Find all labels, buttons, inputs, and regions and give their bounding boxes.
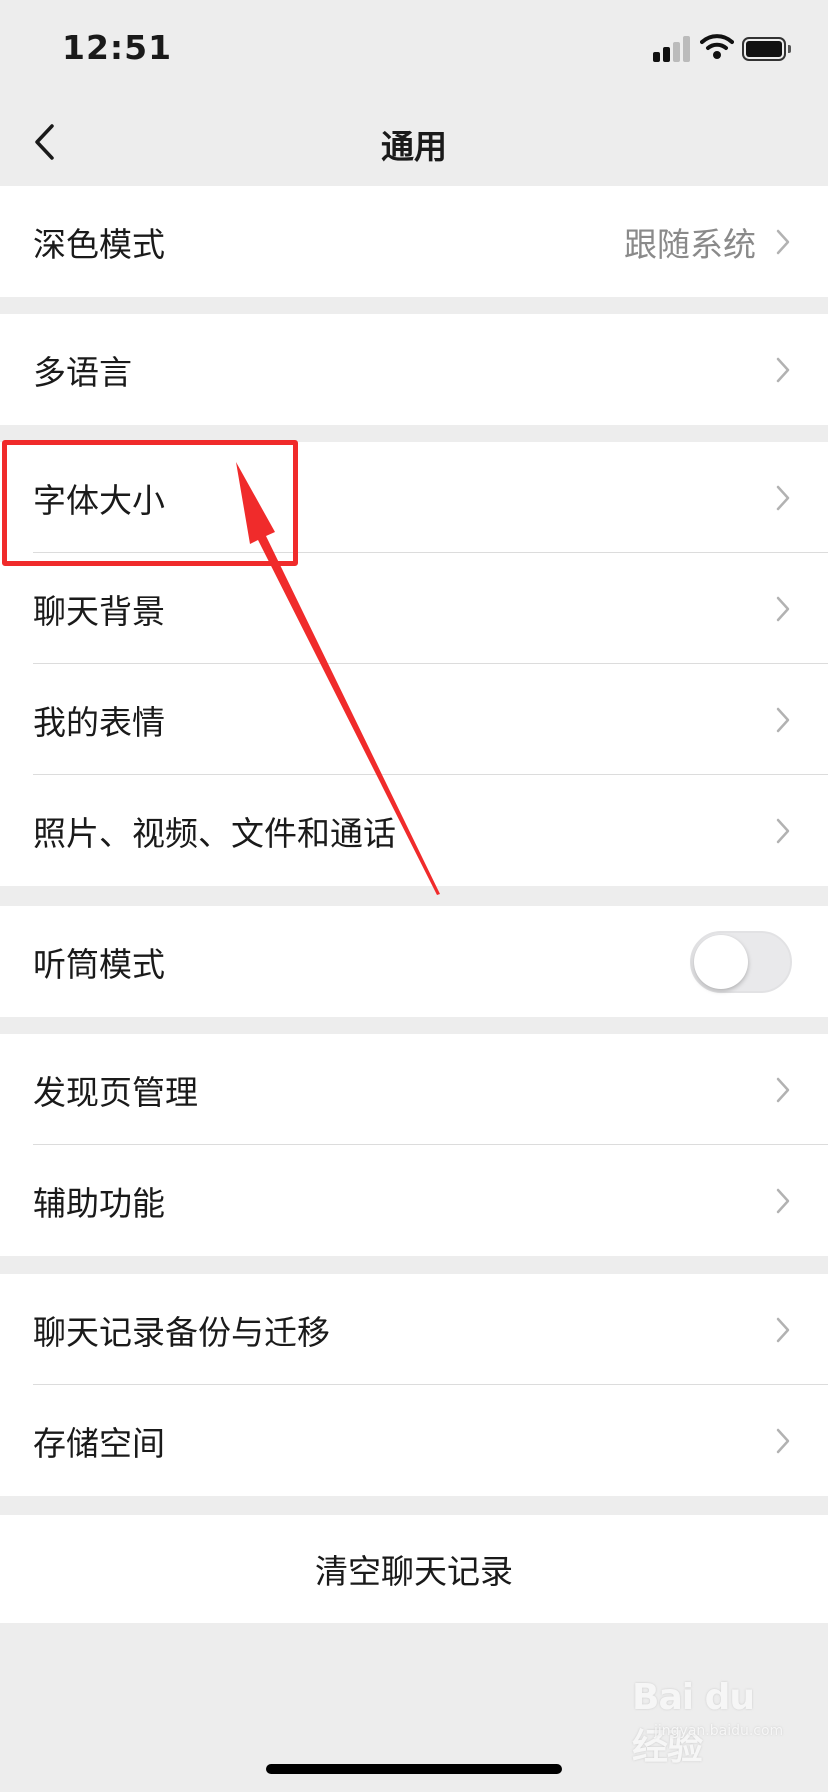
group-discover: 发现页管理 辅助功能 xyxy=(0,1034,828,1256)
clear-chat-history-button[interactable]: 清空聊天记录 xyxy=(0,1515,828,1623)
row-my-stickers[interactable]: 我的表情 xyxy=(0,664,828,775)
row-label: 我的表情 xyxy=(33,702,165,742)
group-clear: 清空聊天记录 xyxy=(0,1515,828,1623)
row-label: 照片、视频、文件和通话 xyxy=(33,813,396,853)
row-language[interactable]: 多语言 xyxy=(0,314,828,425)
chevron-right-icon xyxy=(774,1426,792,1456)
watermark-logo: Bai du 经验 jingyan.baidu.com xyxy=(632,1647,784,1768)
chevron-right-icon xyxy=(774,227,792,257)
signal-icon xyxy=(653,36,693,62)
group-language: 多语言 xyxy=(0,314,828,425)
row-earpiece-mode: 听筒模式 xyxy=(0,906,828,1017)
row-dark-mode[interactable]: 深色模式 跟随系统 xyxy=(0,186,828,297)
row-media-files-calls[interactable]: 照片、视频、文件和通话 xyxy=(0,775,828,886)
home-indicator xyxy=(266,1764,562,1774)
chevron-right-icon xyxy=(774,816,792,846)
chevron-right-icon xyxy=(774,1186,792,1216)
chevron-right-icon xyxy=(774,594,792,624)
chevron-right-icon xyxy=(774,1075,792,1105)
row-value: 跟随系统 xyxy=(624,224,756,264)
row-label: 辅助功能 xyxy=(33,1183,165,1223)
row-label: 深色模式 xyxy=(33,224,165,264)
group-storage: 聊天记录备份与迁移 存储空间 xyxy=(0,1274,828,1496)
chevron-right-icon xyxy=(774,1315,792,1345)
row-chat-background[interactable]: 聊天背景 xyxy=(0,553,828,664)
group-earpiece: 听筒模式 xyxy=(0,906,828,1017)
highlight-box xyxy=(2,440,298,566)
row-label: 听筒模式 xyxy=(33,944,165,984)
row-accessibility[interactable]: 辅助功能 xyxy=(0,1145,828,1256)
chevron-right-icon xyxy=(774,355,792,385)
row-chat-backup-migrate[interactable]: 聊天记录备份与迁移 xyxy=(0,1274,828,1385)
clear-label: 清空聊天记录 xyxy=(315,1552,513,1591)
wifi-icon xyxy=(700,32,734,60)
row-label: 多语言 xyxy=(33,352,132,392)
settings-screen: 12:51 通用 深色模式 跟随系统 多语言 字体大小 聊天背景 我的表情 照片… xyxy=(0,0,828,1792)
row-label: 聊天背景 xyxy=(33,591,165,631)
group-dark-mode: 深色模式 跟随系统 xyxy=(0,186,828,297)
status-bar: 12:51 xyxy=(0,0,828,98)
chevron-right-icon xyxy=(774,705,792,735)
earpiece-toggle[interactable] xyxy=(690,930,792,993)
chevron-right-icon xyxy=(774,483,792,513)
row-storage-space[interactable]: 存储空间 xyxy=(0,1385,828,1496)
watermark-url: jingyan.baidu.com xyxy=(654,1723,784,1739)
row-label: 发现页管理 xyxy=(33,1072,198,1112)
nav-bar: 通用 xyxy=(0,98,828,186)
status-time: 12:51 xyxy=(62,28,173,67)
row-label: 聊天记录备份与迁移 xyxy=(33,1312,330,1352)
page-title: 通用 xyxy=(381,127,447,166)
toggle-knob xyxy=(694,934,748,989)
row-discover-management[interactable]: 发现页管理 xyxy=(0,1034,828,1145)
battery-icon xyxy=(742,37,792,61)
row-label: 存储空间 xyxy=(33,1423,165,1463)
